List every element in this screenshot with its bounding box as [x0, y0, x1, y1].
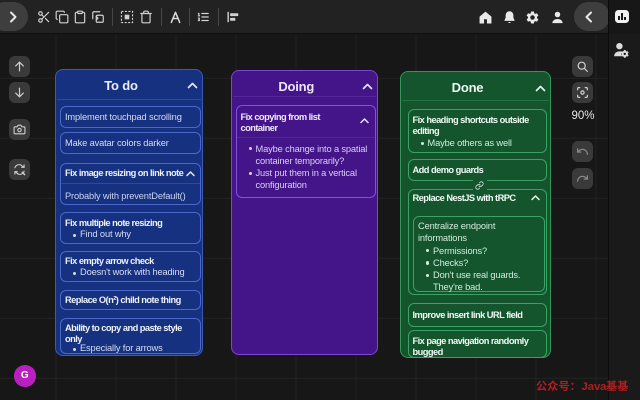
svg-text:Java: Java — [582, 381, 608, 393]
